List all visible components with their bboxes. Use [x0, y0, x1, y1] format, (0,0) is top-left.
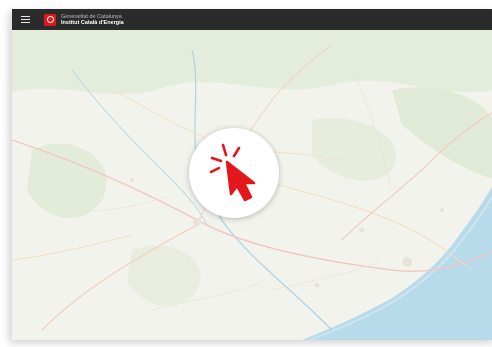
org-line-1: Generalitat de Catalunya: [61, 13, 122, 20]
top-bar: Generalitat de Catalunya Institut Català…: [12, 9, 492, 30]
click-pointer-icon[interactable]: [189, 128, 279, 218]
organization-title: Generalitat de Catalunya Institut Català…: [61, 14, 124, 26]
hamburger-menu-icon[interactable]: [12, 9, 38, 30]
org-line-2: Institut Català d'Energia: [61, 19, 124, 26]
generalitat-logo-icon: [44, 13, 56, 26]
